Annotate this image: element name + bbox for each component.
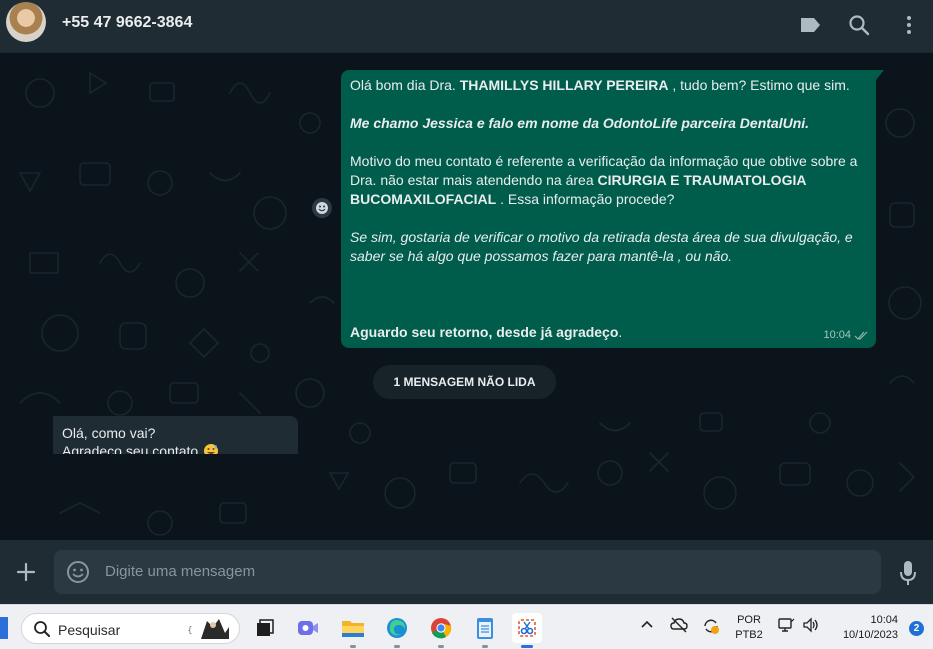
message-input[interactable]: Digite uma mensagem (54, 550, 881, 594)
taskbar-search-box[interactable]: Pesquisar { (21, 613, 240, 644)
taskbar-clock[interactable]: 10:04 10/10/2023 (830, 613, 898, 643)
volume-icon[interactable] (802, 617, 820, 633)
message-greeting: Olá bom dia Dra. THAMILLYS HILLARY PEREI… (350, 77, 850, 93)
cloud-offline-icon[interactable] (670, 617, 688, 633)
grinning-sweat-emoji-icon (204, 444, 219, 454)
chat-header: +55 47 9662-3864 (0, 0, 933, 53)
message-intro: Me chamo Jessica e falo em nome da Odont… (350, 115, 810, 131)
file-explorer-icon[interactable] (338, 613, 368, 648)
start-button[interactable] (0, 617, 8, 639)
search-icon[interactable] (846, 12, 872, 38)
notification-badge[interactable]: 2 (909, 621, 924, 636)
chevron-up-icon[interactable] (640, 617, 654, 631)
windows-taskbar: Pesquisar { POR PTB2 10:04 10/10/2023 2 (0, 604, 933, 649)
microphone-icon[interactable] (899, 560, 917, 591)
message-composer: Digite uma mensagem (0, 540, 933, 604)
message-meta: 10:04 (823, 326, 868, 345)
input-language-indicator[interactable]: POR PTB2 (734, 613, 764, 643)
message-input-placeholder: Digite uma mensagem (105, 563, 256, 580)
contact-name[interactable]: +55 47 9662-3864 (62, 14, 192, 32)
smiley-icon (316, 202, 328, 214)
network-icon[interactable] (777, 617, 795, 633)
incoming-message[interactable]: Olá, como vai? Agradeço seu contato (53, 416, 298, 454)
chrome-icon[interactable] (426, 613, 456, 648)
attach-plus-icon[interactable] (14, 560, 38, 589)
task-view-icon[interactable] (250, 613, 280, 643)
search-icon (34, 621, 50, 637)
incoming-line-2: Agradeço seu contato (62, 442, 289, 454)
clock-time: 10:04 (870, 614, 898, 626)
unread-messages-divider: 1 MENSAGEM NÃO LIDA (373, 365, 556, 399)
more-vertical-icon[interactable] (896, 12, 922, 38)
edge-icon[interactable] (382, 613, 412, 648)
double-check-icon (854, 331, 868, 340)
outgoing-message[interactable]: Olá bom dia Dra. THAMILLYS HILLARY PEREI… (341, 70, 884, 348)
search-highlight-icon: { (187, 619, 229, 639)
svg-text:{: { (187, 626, 193, 636)
message-question: Se sim, gostaria de verificar o motivo d… (350, 229, 853, 264)
label-icon[interactable] (797, 12, 823, 38)
clock-date: 10/10/2023 (842, 629, 898, 641)
taskbar-search-label: Pesquisar (58, 622, 121, 638)
message-closing: Aguardo seu retorno, desde já agradeço. (350, 324, 623, 340)
sync-warning-icon[interactable] (702, 617, 720, 635)
emoji-picker-icon[interactable] (66, 560, 90, 589)
bubble-tail (876, 70, 884, 80)
notepad-icon[interactable] (470, 613, 500, 648)
snipping-tool-icon[interactable] (512, 613, 542, 648)
chat-area[interactable]: Olá bom dia Dra. THAMILLYS HILLARY PEREI… (0, 53, 933, 540)
contact-avatar[interactable] (6, 2, 46, 42)
incoming-line-1: Olá, como vai? (62, 425, 156, 441)
teams-icon[interactable] (293, 613, 323, 643)
emoji-react-button[interactable] (312, 198, 332, 218)
message-time: 10:04 (823, 329, 851, 341)
message-motive: Motivo do meu contato é referente a veri… (350, 153, 858, 207)
